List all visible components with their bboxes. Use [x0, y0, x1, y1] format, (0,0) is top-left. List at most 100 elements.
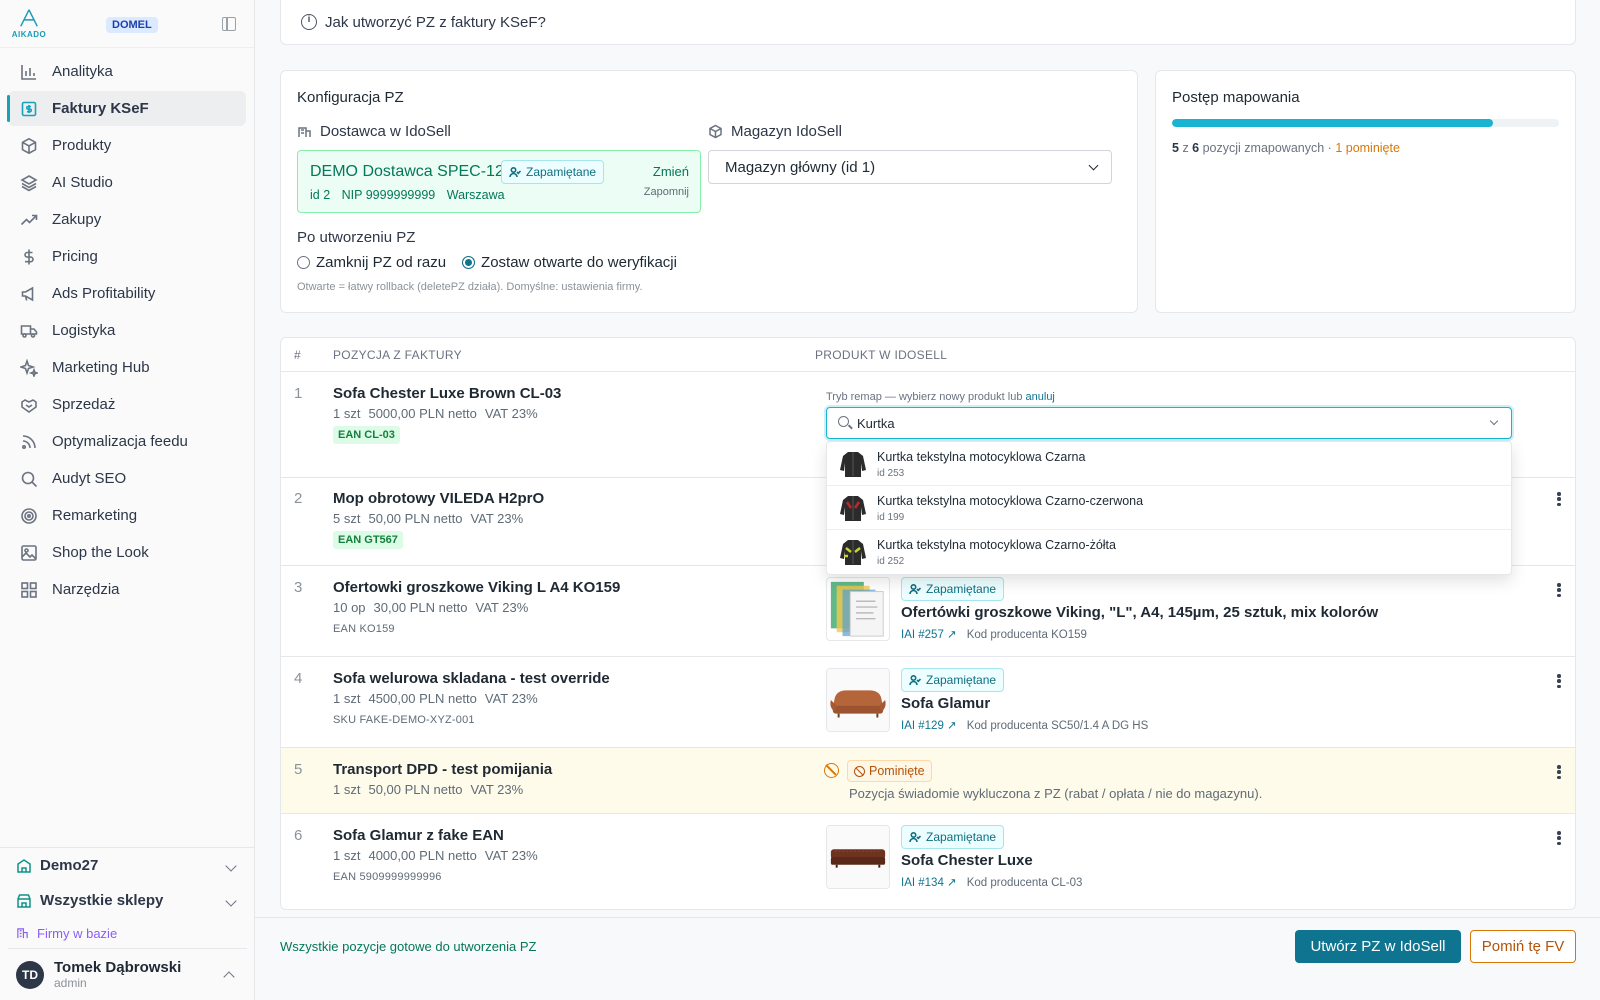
supplier-label: Dostawca w IdoSell: [297, 123, 451, 140]
row-menu-icon[interactable]: [1557, 765, 1561, 779]
radio-leave-open[interactable]: Zostaw otwarte do weryfikacji: [462, 254, 677, 271]
progress-mid: pozycji zmapowanych ·: [1202, 141, 1332, 155]
dropdown-option[interactable]: Kurtka tekstylna motocyklowa Czarno-żółt…: [827, 530, 1511, 574]
sidebar-item-produkty[interactable]: Produkty: [8, 128, 246, 163]
radio-button[interactable]: [297, 256, 310, 269]
user-name: Tomek Dąbrowski: [54, 959, 182, 976]
cancel-remap-link[interactable]: anuluj: [1026, 391, 1055, 403]
sofa-image: [827, 669, 889, 731]
logo-icon: [20, 9, 38, 27]
ean-code: EAN KO159: [333, 623, 395, 635]
remembered-label: Zapamiętane: [926, 830, 997, 844]
sidebar-item-remarketing[interactable]: Remarketing: [8, 498, 246, 533]
sidebar-item-label: Zakupy: [52, 211, 102, 228]
sidebar-item-marketing-hub[interactable]: Marketing Hub: [8, 350, 246, 385]
radio-button-checked[interactable]: [462, 256, 476, 269]
dropdown-option[interactable]: Kurtka tekstylna motocyklowa Czarno-czer…: [827, 486, 1511, 530]
sidebar-item-logistyka[interactable]: Logistyka: [8, 313, 246, 348]
shop-name: Wszystkie sklepy: [40, 892, 164, 909]
jacket-image: [837, 448, 869, 480]
company-selector[interactable]: Demo27: [0, 848, 255, 883]
mapped-product-name[interactable]: Sofa Glamur: [901, 695, 990, 712]
jacket-image: [837, 536, 869, 568]
row-menu-icon[interactable]: [1557, 583, 1561, 597]
package-icon: [20, 137, 38, 155]
table-row: 3 Ofertowki groszkowe Viking L A4 KO159 …: [281, 566, 1575, 657]
radio-close-pz[interactable]: Zamknij PZ od razu: [297, 254, 446, 271]
mapped-count: 5: [1172, 141, 1179, 155]
row-number: 2: [294, 490, 303, 507]
invoice-icon: [20, 100, 38, 118]
iai-link[interactable]: IAI #129 ↗: [901, 720, 957, 732]
row-name: Ofertowki groszkowe Viking L A4 KO159: [333, 579, 621, 596]
warehouse-select[interactable]: Magazyn główny (id 1): [708, 150, 1112, 184]
shop-selector[interactable]: Wszystkie sklepy: [0, 883, 255, 918]
skip-invoice-button[interactable]: Pomiń tę FV: [1470, 930, 1576, 963]
sidebar-item-sprzedaz[interactable]: Sprzedaż: [8, 387, 246, 422]
firmy-label: Firmy w bazie: [37, 925, 118, 941]
supplier-meta: id 2 NIP 9999999999 Warszawa: [310, 188, 513, 202]
sidebar-item-analityka[interactable]: Analityka: [8, 54, 246, 89]
product-search-input[interactable]: Kurtka: [826, 407, 1512, 439]
iai-link[interactable]: IAI #257 ↗: [901, 629, 957, 641]
mapped-product-name[interactable]: Ofertówki groszkowe Viking, "L", A4, 145…: [901, 604, 1378, 621]
sidebar-item-pricing[interactable]: Pricing: [8, 239, 246, 274]
product-meta: IAI #129 ↗ Kod producenta SC50/1.4 A DG H…: [901, 718, 1148, 732]
ready-message: Wszystkie pozycje gotowe do utworzenia P…: [280, 939, 537, 954]
row-vat: VAT 23%: [484, 691, 538, 706]
help-bar[interactable]: Jak utworzyć PZ z faktury KSeF?: [280, 0, 1576, 45]
user-check-icon: [909, 831, 921, 843]
user-menu[interactable]: TD Tomek Dąbrowski admin: [8, 948, 247, 1000]
sidebar-item-zakupy[interactable]: Zakupy: [8, 202, 246, 237]
forget-supplier-link[interactable]: Zapomnij: [644, 186, 689, 198]
sidebar-item-ai-studio[interactable]: AI Studio: [8, 165, 246, 200]
sidebar-item-shop-the-look[interactable]: Shop the Look: [8, 535, 246, 570]
supplier-nip: NIP 9999999999: [341, 188, 436, 202]
sidebar-item-ads-profitability[interactable]: Ads Profitability: [8, 276, 246, 311]
progress-fill: [1172, 119, 1494, 127]
action-footer: Wszystkie pozycje gotowe do utworzenia P…: [255, 917, 1600, 1000]
mapped-product-name[interactable]: Sofa Chester Luxe: [901, 852, 1033, 869]
producer-code: Kod producenta SC50/1.4 A DG HS: [966, 720, 1149, 732]
remembered-label: Zapamiętane: [926, 582, 997, 596]
config-title: Konfiguracja PZ: [297, 89, 404, 106]
sidebar-item-label: Faktury KSeF: [52, 100, 149, 117]
sidebar-item-audyt-seo[interactable]: Audyt SEO: [8, 461, 246, 496]
app-logo[interactable]: AIKADO: [12, 8, 46, 39]
sidebar: AIKADO DOMEL Analityka Faktury KSeF Prod…: [0, 0, 255, 1000]
row-name: Mop obrotowy VILEDA H2prO: [333, 490, 545, 507]
row-number: 4: [294, 670, 303, 687]
product-thumbnail: [826, 668, 890, 732]
sidebar-item-faktury-ksef[interactable]: Faktury KSeF: [7, 91, 246, 126]
search-query: Kurtka: [857, 415, 895, 431]
row-menu-icon[interactable]: [1557, 492, 1561, 506]
product-meta: IAI #257 ↗ Kod producenta KO159: [901, 627, 1087, 641]
option-id: id 199: [877, 512, 905, 523]
user-check-icon: [909, 583, 921, 595]
supplier-box: DEMO Dostawca SPEC-128 Zapamiętane id 2 …: [297, 150, 701, 213]
supplier-label-text: Dostawca w IdoSell: [320, 123, 451, 140]
sidebar-collapse-icon[interactable]: [222, 17, 236, 31]
ban-icon: [824, 763, 839, 778]
trending-up-icon: [20, 211, 38, 229]
row-price: 30,00 PLN netto: [373, 600, 468, 615]
create-pz-button[interactable]: Utwórz PZ w IdoSell: [1295, 930, 1461, 963]
radio-label: Zostaw otwarte do weryfikacji: [481, 254, 677, 271]
user-check-icon: [509, 166, 521, 178]
col-header-product: PRODUKT W IDOSELL: [815, 348, 948, 362]
change-supplier-link[interactable]: Zmień: [653, 164, 689, 179]
sidebar-nav: Analityka Faktury KSeF Produkty AI Studi…: [0, 48, 254, 607]
sidebar-item-optymalizacja-feedu[interactable]: Optymalizacja feedu: [8, 424, 246, 459]
row-vat: VAT 23%: [475, 600, 529, 615]
sidebar-item-narzedzia[interactable]: Narzędzia: [8, 572, 246, 607]
grid-icon: [20, 581, 38, 599]
chevron-down-icon[interactable]: [1489, 416, 1499, 426]
config-hint: Otwarte = łatwy rollback (deletePZ dział…: [297, 281, 643, 293]
iai-link[interactable]: IAI #134 ↗: [901, 877, 957, 889]
dropdown-option[interactable]: Kurtka tekstylna motocyklowa Czarna id 2…: [827, 442, 1511, 486]
row-menu-icon[interactable]: [1557, 674, 1561, 688]
row-name: Transport DPD - test pomijania: [333, 761, 553, 778]
option-id: id 253: [877, 468, 905, 479]
row-menu-icon[interactable]: [1557, 831, 1561, 845]
firmy-link[interactable]: Firmy w bazie: [0, 918, 255, 948]
